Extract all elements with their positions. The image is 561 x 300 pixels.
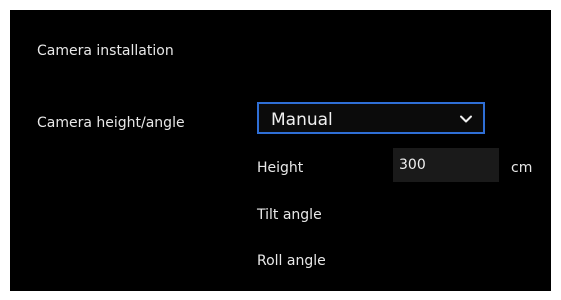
camera-height-angle-select[interactable]: Manual [257, 102, 485, 134]
height-label: Height [257, 160, 304, 176]
height-unit: cm [511, 160, 533, 176]
height-input[interactable] [393, 148, 499, 182]
tilt-angle-label: Tilt angle [257, 207, 322, 223]
section-title: Camera installation [37, 43, 174, 59]
select-value: Manual [271, 110, 333, 130]
chevron-down-icon [459, 112, 473, 126]
camera-height-angle-label: Camera height/angle [37, 115, 185, 131]
roll-angle-label: Roll angle [257, 253, 326, 269]
camera-installation-panel: Camera installation Camera height/angle … [10, 10, 551, 291]
